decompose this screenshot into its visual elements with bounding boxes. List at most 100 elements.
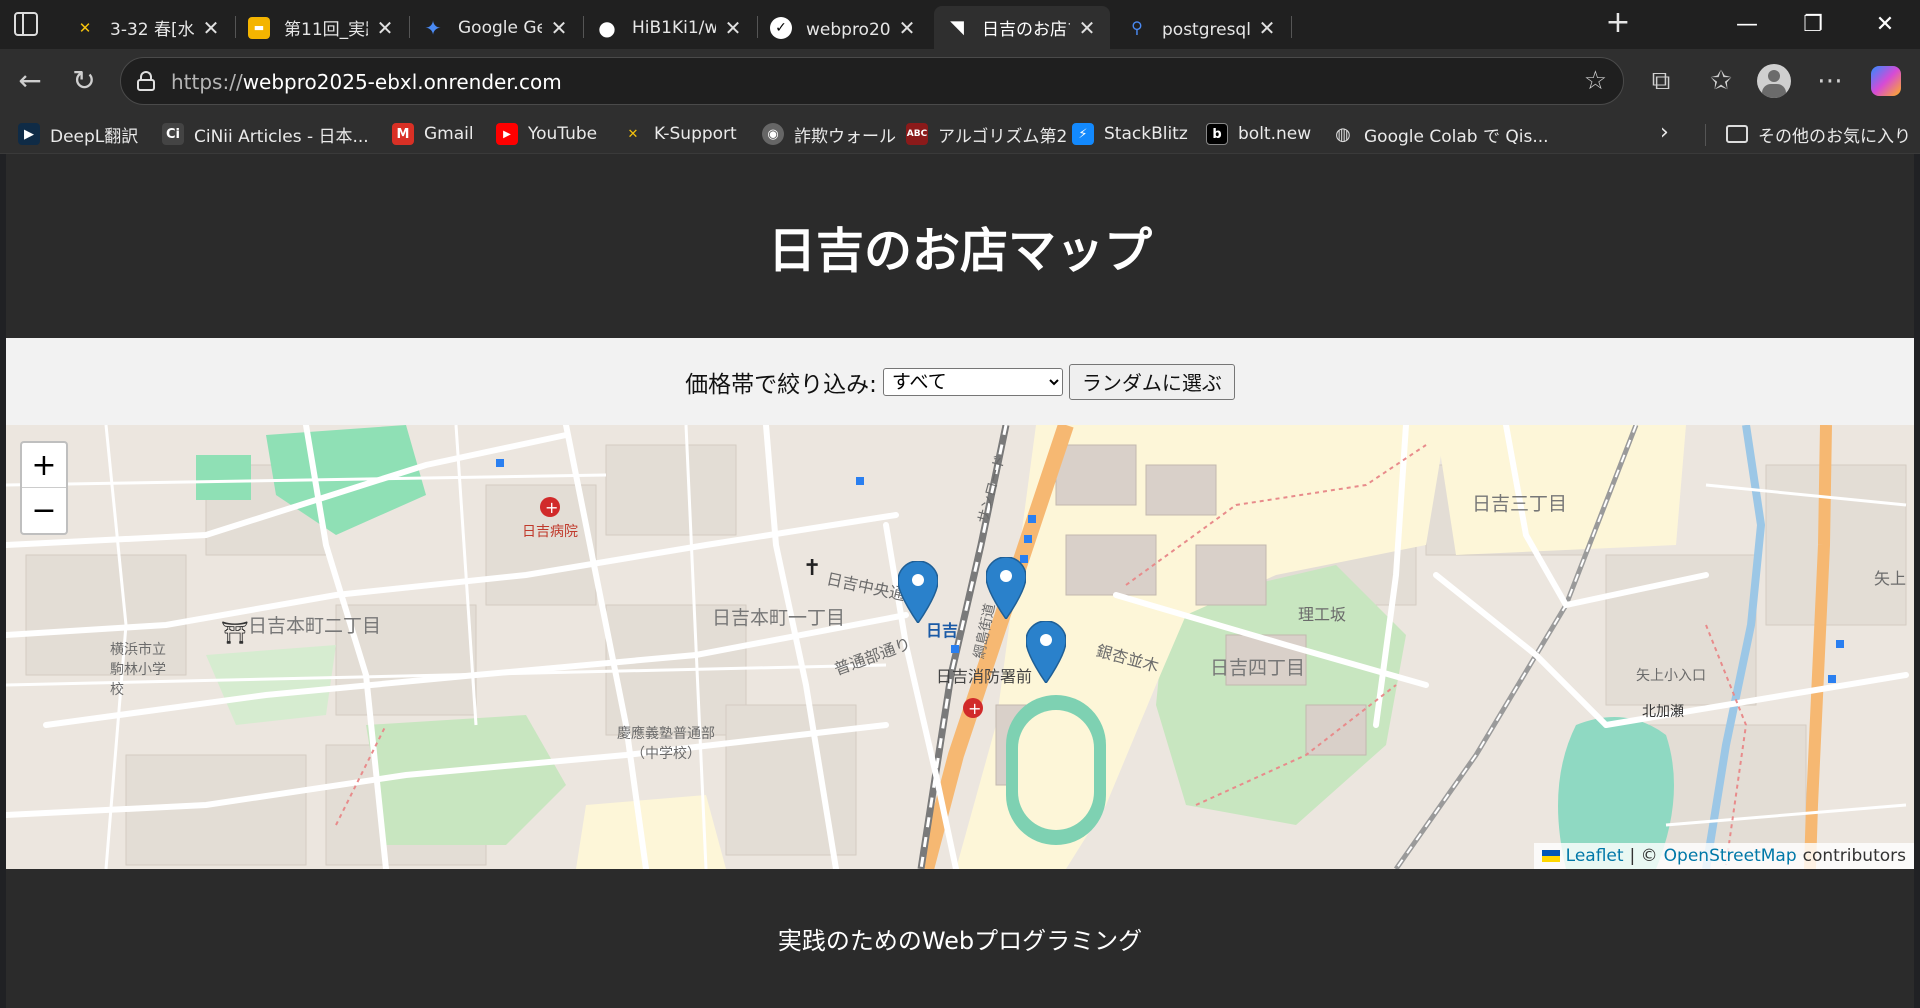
bookmark-k-support[interactable]: ✕ K-Support [622, 120, 737, 148]
tab-close-icon[interactable]: ✕ [200, 16, 222, 40]
tab-3[interactable]: ● HiB1Ki1/webpro ✕ [584, 6, 756, 49]
bookmark-sagi-wall[interactable]: ◉ 詐欺ウォール [762, 120, 896, 148]
more-menu-icon[interactable]: ⋯ [1812, 63, 1848, 99]
ukraine-flag-icon [1541, 850, 1560, 862]
tab-close-icon[interactable]: ✕ [722, 16, 744, 40]
map-label-riko-zaka: 理工坂 [1298, 605, 1347, 624]
github-icon: ● [598, 15, 616, 40]
map-label-kitakase: 北加瀬 [1642, 704, 1684, 720]
k-support-icon: ✕ [627, 126, 639, 142]
tab-5-active[interactable]: ◥ 日吉のお店マップ ✕ [934, 6, 1110, 49]
site-header: 日吉のお店マップ [6, 154, 1914, 338]
bookmark-algorithm[interactable]: ABC アルゴリズム第2 [906, 120, 1067, 148]
bookmark-gmail[interactable]: M Gmail [392, 120, 474, 148]
svg-text:+: + [968, 699, 981, 718]
globe-icon: ◍ [1335, 123, 1351, 145]
map-tiles[interactable]: + + ⛩ ✝ [6, 425, 1914, 869]
favorite-star-icon[interactable]: ☆ [1584, 66, 1607, 96]
svg-text:⛩: ⛩ [221, 621, 249, 646]
tab-close-icon[interactable]: ✕ [1256, 16, 1278, 40]
address-bar[interactable]: https://webpro2025-ebxl.onrender.com ☆ [120, 57, 1624, 105]
bolt-icon: b [1206, 123, 1228, 145]
back-arrow-icon[interactable]: ← [12, 63, 48, 99]
bookmark-deepl[interactable]: ▶ DeepL翻訳 [18, 120, 138, 148]
tab-title: 第11回_実践のた [284, 20, 368, 40]
reload-icon[interactable]: ↻ [66, 63, 102, 99]
map-label-hiyoshi-3: 日吉三丁目 [1472, 493, 1568, 515]
new-tab-button[interactable]: + [1602, 8, 1634, 40]
youtube-icon: ▶ [496, 123, 518, 145]
lock-icon[interactable] [137, 71, 155, 91]
bookmark-stackblitz[interactable]: ⚡ StackBlitz [1072, 120, 1188, 148]
shop-marker-pin-icon[interactable] [986, 557, 1026, 619]
shop-map[interactable]: + + ⛩ ✝ 日吉病院 日吉本町二丁目 日吉本町一丁目 日吉中央通り 普通部通… [6, 425, 1914, 869]
attribution-separator: | © [1629, 846, 1658, 866]
price-filter-select[interactable]: すべて [882, 367, 1063, 396]
tab-actions-icon[interactable] [14, 12, 38, 36]
map-label-hospital: 日吉病院 [522, 524, 578, 540]
shield-icon: ◉ [762, 123, 784, 145]
gmail-icon: M [392, 123, 414, 145]
tab-title: webpro2025・W [806, 20, 890, 40]
folder-icon [1726, 125, 1748, 143]
tab-close-icon[interactable]: ✕ [374, 16, 396, 40]
url-scheme: https:// [171, 70, 243, 94]
page-viewport: 日吉のお店マップ 価格帯で絞り込み: すべて ランダムに選ぶ + + ⛩ ✝ 日… [6, 154, 1914, 1008]
stackblitz-icon: ⚡ [1072, 123, 1094, 145]
browser-toolbar: ← ↻ https://webpro2025-ebxl.onrender.com… [0, 49, 1920, 114]
page-title: 日吉のお店マップ [767, 223, 1152, 279]
shop-marker-pin-icon[interactable] [1026, 621, 1066, 683]
attribution-contributors: contributors [1802, 846, 1906, 866]
profile-avatar-icon[interactable] [1756, 63, 1792, 99]
cinii-icon: Ci [162, 123, 184, 145]
map-label-hiyoshi-4: 日吉四丁目 [1210, 657, 1306, 679]
extensions-icon[interactable]: ⧉ [1643, 63, 1679, 99]
tab-4[interactable]: ✓ webpro2025・W ✕ [758, 6, 930, 49]
map-label-komabayashi-school: 横浜市立駒林小学校 [110, 642, 166, 698]
bookmark-colab[interactable]: ◍ Google Colab で Qis... [1332, 120, 1548, 148]
map-label-hiyoshi-honcho-2: 日吉本町二丁目 [248, 615, 382, 637]
favorites-icon[interactable]: ✩ [1703, 63, 1739, 99]
bookmark-bolt[interactable]: b bolt.new [1206, 120, 1311, 148]
tab-title: postgresql - 検索 [1162, 20, 1250, 40]
zoom-in-button[interactable]: + [22, 443, 66, 488]
svg-text:+: + [545, 498, 558, 517]
tab-0[interactable]: ✕ 3-32 春[水2]鳴海 ✕ [62, 6, 234, 49]
zoom-out-button[interactable]: − [22, 488, 66, 533]
tab-close-icon[interactable]: ✕ [1076, 16, 1098, 40]
shop-marker-pin-icon[interactable] [898, 561, 938, 623]
tab-close-icon[interactable]: ✕ [896, 16, 918, 40]
openstreetmap-link[interactable]: OpenStreetMap [1664, 846, 1797, 866]
bookmark-youtube[interactable]: ▶ YouTube [496, 120, 597, 148]
bookmark-other-folder[interactable]: その他のお気に入り [1726, 120, 1911, 148]
browser-tab-bar: ✕ 3-32 春[水2]鳴海 ✕ ▬ 第11回_実践のた ✕ ✦ Google … [0, 0, 1920, 49]
copilot-icon[interactable] [1868, 63, 1904, 99]
site-footer: 実践のためのWebプログラミング [6, 869, 1914, 1008]
bookmarks-bar: ▶ DeepL翻訳 Ci CiNii Articles - 日本... M Gmail… [0, 114, 1920, 154]
tab-title: 3-32 春[水2]鳴海 [110, 20, 194, 40]
url-text[interactable]: https://webpro2025-ebxl.onrender.com [171, 70, 562, 94]
site-favicon-icon: ◥ [950, 17, 964, 38]
tab-title: HiB1Ki1/webpro [632, 17, 716, 38]
minimize-button[interactable]: — [1716, 0, 1778, 49]
map-label-yagami-entrance: 矢上小入口 [1636, 668, 1706, 684]
random-pick-button[interactable]: ランダムに選ぶ [1068, 363, 1235, 400]
render-icon: ✓ [770, 16, 792, 39]
restore-button[interactable]: ❐ [1782, 0, 1844, 49]
tab-title: Google Gemini [458, 17, 542, 38]
tab-favicon-icon: ✕ [78, 18, 92, 37]
tab-close-icon[interactable]: ✕ [548, 16, 570, 40]
zoom-control: + − [20, 441, 68, 535]
svg-text:✝: ✝ [803, 556, 821, 581]
close-window-button[interactable]: ✕ [1854, 0, 1916, 49]
tab-2[interactable]: ✦ Google Gemini ✕ [410, 6, 582, 49]
gemini-icon: ✦ [424, 15, 442, 40]
bookmarks-separator [1705, 124, 1706, 146]
map-label-hiyoshi-honcho-1: 日吉本町一丁目 [712, 607, 846, 629]
tab-1[interactable]: ▬ 第11回_実践のた ✕ [236, 6, 408, 49]
tab-6[interactable]: ⚲ postgresql - 検索 ✕ [1114, 6, 1290, 49]
leaflet-link[interactable]: Leaflet [1566, 846, 1624, 866]
bookmark-cinii[interactable]: Ci CiNii Articles - 日本... [162, 120, 369, 148]
filter-controls: 価格帯で絞り込み: すべて ランダムに選ぶ [6, 338, 1914, 425]
bookmarks-overflow-chevron-icon[interactable]: › [1660, 120, 1669, 145]
